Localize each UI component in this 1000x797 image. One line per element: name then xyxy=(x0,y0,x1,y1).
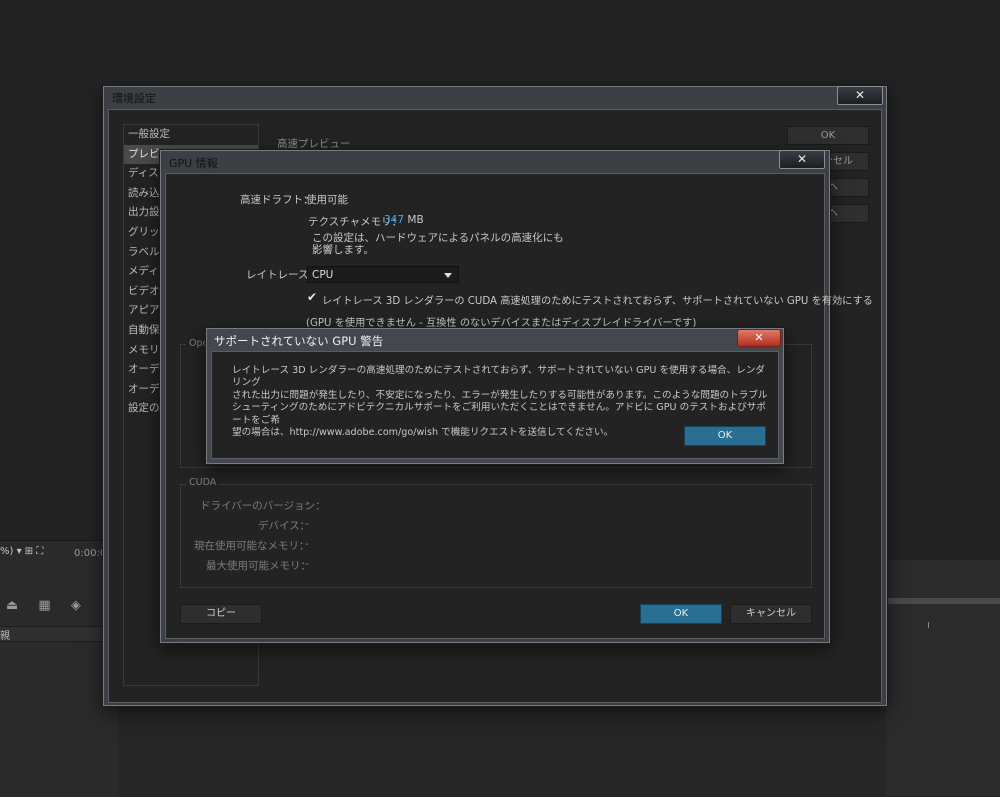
texture-memory-unit: MB xyxy=(407,214,424,226)
chevron-down-icon xyxy=(444,273,452,278)
copy-button[interactable]: コピー xyxy=(180,604,262,624)
preferences-close-button[interactable]: ✕ xyxy=(837,86,883,105)
close-icon: ✕ xyxy=(754,331,764,344)
gpu-info-title: GPU 情報 xyxy=(169,157,218,170)
preferences-title: 環境設定 xyxy=(112,92,156,105)
timeline-toolbar[interactable]: %) ▾ ⊞ ⛶ xyxy=(0,546,43,557)
cuda-max-memory-label: 最大使用可能メモリ： xyxy=(206,560,311,572)
gpu-cancel-button[interactable]: キャンセル xyxy=(730,604,812,624)
texture-memory-value: 347 MB xyxy=(384,214,424,226)
cuda-max-memory-value: - xyxy=(305,558,309,570)
warning-line-2: された出力に問題が発生したり、不安定になったり、エラーが発生したりする可能性があ… xyxy=(232,389,768,401)
warning-line-3: シューティングのためにアドビテクニカルサポートをご利用いただくことはできません。… xyxy=(232,402,766,426)
parent-column-header: 親 xyxy=(0,626,118,642)
close-icon: ✕ xyxy=(796,152,808,166)
cuda-group-label: CUDA xyxy=(186,477,220,488)
warning-line-1: レイトレース 3D レンダラーの高速処理のためにテストされておらず、サポートされ… xyxy=(232,365,766,389)
cuda-available-memory-value: - xyxy=(305,538,309,550)
unsupported-gpu-warning-dialog: サポートされていない GPU 警告 ✕ レイトレース 3D レンダラーの高速処理… xyxy=(206,328,784,464)
timeline-panel xyxy=(0,540,120,797)
enable-untested-gpu-checkbox[interactable]: ✔ xyxy=(307,290,317,304)
warning-close-button[interactable]: ✕ xyxy=(737,329,781,347)
warning-title: サポートされていない GPU 警告 xyxy=(214,334,384,348)
note-line-2: 影響します。 xyxy=(312,244,374,256)
raytrace-dropdown[interactable]: CPU xyxy=(307,266,459,283)
enable-untested-gpu-label[interactable]: レイトレース 3D レンダラーの CUDA 高速処理のためにテストされておらず、… xyxy=(322,292,873,307)
sidebar-item-general[interactable]: 一般設定 xyxy=(124,125,258,145)
time-ruler[interactable] xyxy=(886,598,1000,604)
timecode[interactable]: 0:00:0 xyxy=(74,548,106,559)
cuda-device-label: デバイス： xyxy=(258,520,311,532)
parent-column-label: 親 xyxy=(0,631,10,642)
gpu-info-close-button[interactable]: ✕ xyxy=(779,150,825,169)
raytrace-selected-value: CPU xyxy=(312,269,334,281)
gpu-ok-button[interactable]: OK xyxy=(640,604,722,624)
cuda-driver-version-value: - xyxy=(305,498,309,510)
time-ruler-tick xyxy=(928,622,929,628)
fast-preview-heading: 高速プレビュー xyxy=(277,138,351,150)
close-icon: ✕ xyxy=(854,88,866,102)
composition-area xyxy=(118,700,1000,796)
warning-ok-button[interactable]: OK xyxy=(684,426,766,446)
cuda-device-value: - xyxy=(305,518,309,530)
fast-draft-label: 高速ドラフト： xyxy=(240,194,314,206)
warning-content: レイトレース 3D レンダラーの高速処理のためにテストされておらず、サポートされ… xyxy=(211,351,779,459)
timeline-ruler-area xyxy=(886,560,1000,796)
gpu-unavailable-note: (GPU を使用できません - 互換性 のないデバイスまたはディスプレイドライバ… xyxy=(306,318,697,329)
prefs-ok-button[interactable]: OK xyxy=(787,126,869,145)
fast-draft-value: 使用可能 xyxy=(306,194,348,206)
texture-memory-number: 347 xyxy=(384,214,405,226)
cuda-available-memory-label: 現在使用可能なメモリ： xyxy=(194,540,310,552)
